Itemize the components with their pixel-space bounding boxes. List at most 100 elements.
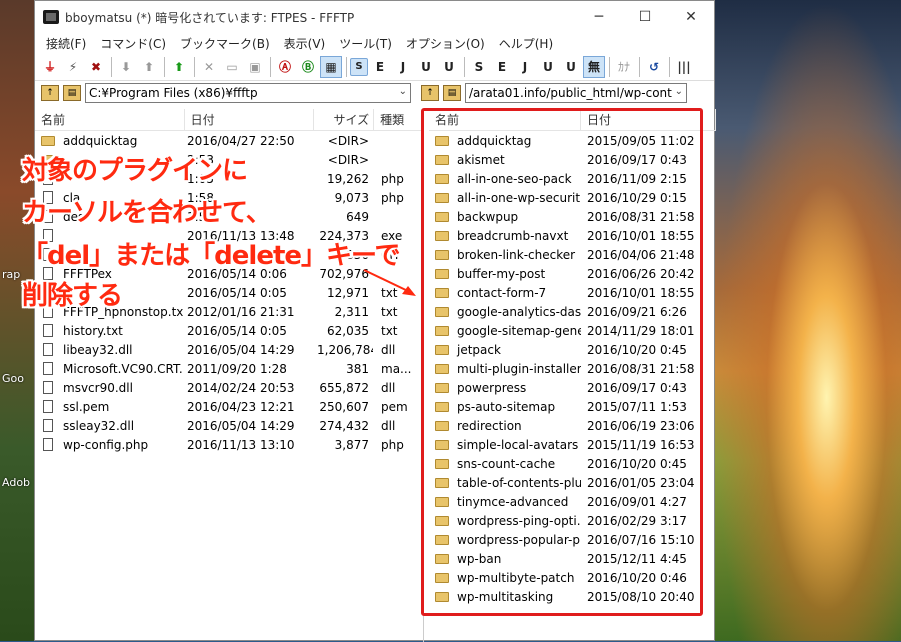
no-conversion-button[interactable]: 無 (583, 55, 605, 78)
file-type: dll (381, 342, 396, 357)
column-header-type[interactable]: 種類 (374, 109, 423, 131)
column-header-date[interactable]: 日付 (185, 109, 315, 131)
file-date: 2011/09/20 1:28 (187, 361, 287, 376)
local-file-list: 名前 日付 サイズ 種類 addquicktag 2016/04/27 22:50… (35, 109, 424, 642)
remote-euc-button[interactable]: E (491, 56, 513, 78)
minimize-button[interactable]: ─ (576, 9, 622, 25)
kanji-sjis-button[interactable]: S (350, 57, 368, 76)
table-row[interactable]: libeay32.dll 2016/05/04 14:29 1,206,784 dll (35, 340, 423, 359)
file-size: 3,877 (334, 437, 369, 452)
upload-arrow-icon[interactable]: ⬆ (138, 56, 160, 78)
menu-help[interactable]: ヘルプ(H) (492, 35, 560, 52)
file-name: addquicktag (63, 133, 138, 148)
quick-connect-icon[interactable]: ⚡ (62, 56, 84, 78)
file-name: wp-config.php (63, 437, 149, 452)
file-size: <DIR> (327, 152, 369, 167)
toolbar-separator (346, 56, 347, 77)
file-date: 2016/05/14 0:05 (187, 285, 287, 300)
file-type: pem (381, 399, 408, 414)
delete-icon[interactable]: ✕ (198, 56, 220, 78)
file-date: 2016/05/04 14:29 (187, 418, 295, 433)
kanji-utf8bom-button[interactable]: U (438, 56, 460, 78)
file-size: 62,035 (327, 323, 369, 338)
file-icon (43, 400, 53, 413)
remote-up-folder-icon[interactable]: ↑ (421, 85, 439, 101)
chevron-down-icon[interactable]: ⌄ (675, 86, 683, 97)
mkdir-icon[interactable]: ▣ (244, 56, 266, 78)
close-button[interactable]: ✕ (668, 9, 714, 25)
menu-tools[interactable]: ツール(T) (332, 35, 399, 52)
file-icon (43, 381, 53, 394)
menu-bar: 接続(F) コマンド(C) ブックマーク(B) 表示(V) ツール(T) オプシ… (35, 33, 714, 53)
binary-mode-icon[interactable]: Ⓑ (297, 56, 319, 78)
path-row: ↑ ▤ C:¥Program Files (x86)¥ffftp ⌄ ↑ ▤ /… (35, 81, 716, 105)
menu-view[interactable]: 表示(V) (277, 35, 333, 52)
list-view-icon[interactable]: ||| (673, 56, 695, 78)
auto-mode-icon[interactable]: ▦ (320, 55, 342, 78)
kanji-euc-button[interactable]: E (369, 56, 391, 78)
maximize-button[interactable]: ☐ (622, 9, 668, 25)
file-size: 1,206,784 (317, 342, 373, 357)
file-size: 9,073 (334, 190, 369, 205)
file-type: txt (381, 304, 398, 319)
chevron-down-icon[interactable]: ⌄ (399, 86, 407, 97)
table-row[interactable]: msvcr90.dll 2014/02/24 20:53 655,872 dll (35, 378, 423, 397)
remote-sjis-button[interactable]: S (468, 56, 490, 78)
kana-button[interactable]: ｶﾅ (613, 56, 635, 78)
file-name: libeay32.dll (63, 342, 133, 357)
desktop-icon-label[interactable]: rap (2, 268, 20, 281)
refresh-icon[interactable]: ↺ (643, 56, 665, 78)
local-path-combobox[interactable]: C:¥Program Files (x86)¥ffftp ⌄ (85, 83, 411, 103)
table-row[interactable]: ssleay32.dll 2016/05/04 14:29 274,432 dll (35, 416, 423, 435)
file-size: 274,432 (319, 418, 369, 433)
annotation-line-1: 対象のプラグインに (22, 156, 248, 186)
desktop-icon-label[interactable]: Adob (2, 476, 30, 489)
desktop-background-left: rap Goo Adob (0, 0, 34, 641)
file-date: 2012/01/16 21:31 (187, 304, 295, 319)
kanji-jis-button[interactable]: J (392, 56, 414, 78)
file-size: 19,262 (327, 171, 369, 186)
menu-connect[interactable]: 接続(F) (39, 35, 93, 52)
remote-path-combobox[interactable]: /arata01.info/public_html/wp-cont ⌄ (465, 83, 687, 103)
table-row[interactable]: Microsoft.VC90.CRT.m... 2011/09/20 1:28 38… (35, 359, 423, 378)
menu-bookmark[interactable]: ブックマーク(B) (173, 35, 277, 52)
connect-plug-icon[interactable]: ⏚ (39, 56, 61, 78)
local-up-folder-icon[interactable]: ↑ (41, 85, 59, 101)
file-date: 2016/04/23 12:21 (187, 399, 295, 414)
mirror-upload-icon[interactable]: ⬆ (168, 56, 190, 78)
table-row[interactable]: ssl.pem 2016/04/23 12:21 250,607 pem (35, 397, 423, 416)
desktop-icon-label[interactable]: Goo (2, 372, 24, 385)
file-icon (43, 438, 53, 451)
ascii-mode-icon[interactable]: Ⓐ (274, 56, 296, 78)
toolbar-separator (639, 56, 640, 77)
file-icon (43, 324, 53, 337)
table-row[interactable]: wp-config.php 2016/11/13 13:10 3,877 php (35, 435, 423, 454)
file-type: php (381, 171, 404, 186)
rename-icon[interactable]: ▭ (221, 56, 243, 78)
ffftp-app-icon (43, 10, 59, 24)
window-title: bboymatsu (*) 暗号化されています: FTPES - FFFTP (65, 10, 355, 25)
toolbar-separator (270, 56, 271, 77)
annotation-line-2: カーソルを合わせて、 (22, 198, 272, 228)
file-size: 655,872 (319, 380, 369, 395)
disconnect-icon[interactable]: ✖ (85, 56, 107, 78)
remote-jis-button[interactable]: J (514, 56, 536, 78)
menu-command[interactable]: コマンド(C) (93, 35, 173, 52)
column-header-name[interactable]: 名前 (35, 109, 185, 131)
file-type: php (381, 190, 404, 205)
remote-path-value: /arata01.info/public_html/wp-cont (469, 86, 672, 100)
column-header-size[interactable]: サイズ (314, 109, 375, 131)
table-row[interactable]: history.txt 2016/05/14 0:05 62,035 txt (35, 321, 423, 340)
local-path-value: C:¥Program Files (x86)¥ffftp (89, 86, 258, 100)
download-arrow-icon[interactable]: ⬇ (115, 56, 137, 78)
remote-utf8bom-button[interactable]: U (560, 56, 582, 78)
menu-options[interactable]: オプション(O) (399, 35, 492, 52)
table-row[interactable]: addquicktag 2016/04/27 22:50 <DIR> (35, 131, 423, 150)
file-size: 649 (346, 209, 369, 224)
remote-utf8-button[interactable]: U (537, 56, 559, 78)
file-size: <DIR> (327, 133, 369, 148)
kanji-utf8-button[interactable]: U (415, 56, 437, 78)
local-open-folder-icon[interactable]: ▤ (63, 85, 81, 101)
remote-open-folder-icon[interactable]: ▤ (443, 85, 461, 101)
highlight-box (421, 108, 703, 616)
